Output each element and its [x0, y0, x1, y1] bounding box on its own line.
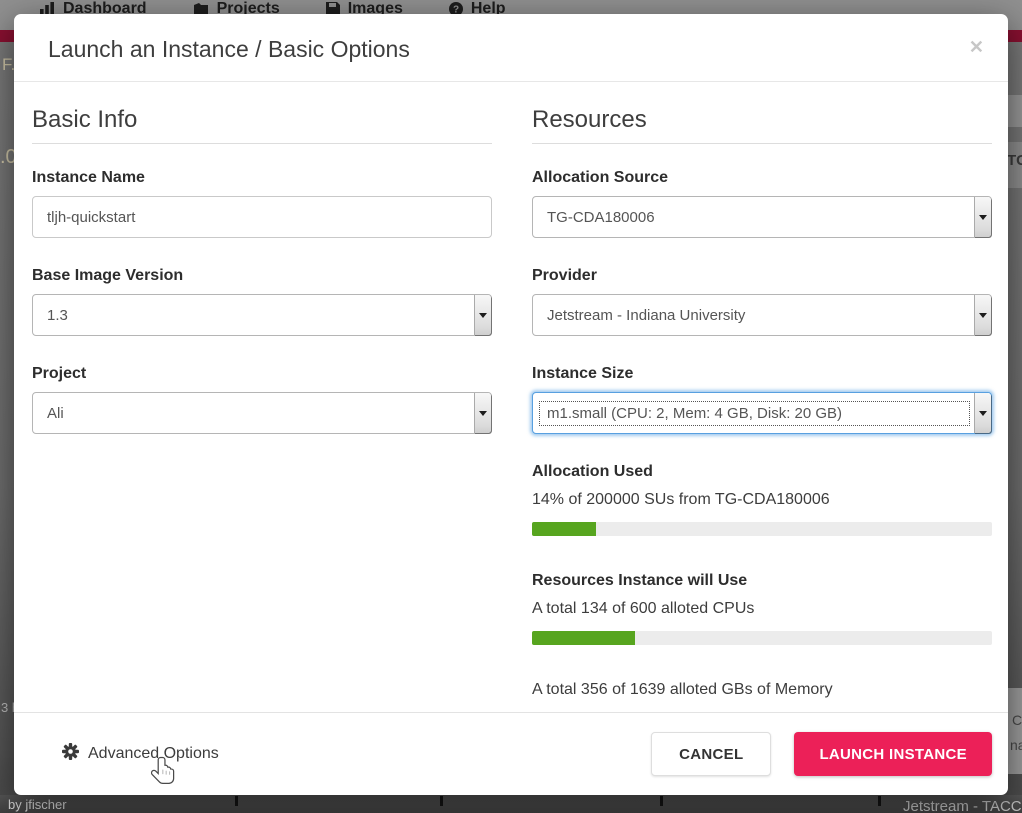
background-divider — [235, 796, 238, 806]
instance-size-label: Instance Size — [532, 365, 992, 383]
chevron-down-icon[interactable] — [974, 197, 991, 237]
progress-fill — [532, 631, 635, 645]
modal-header: Launch an Instance / Basic Options ✕ — [14, 14, 1008, 82]
background-divider — [440, 796, 443, 806]
allocation-used-progressbar — [532, 522, 992, 536]
base-image-version-value: 1.3 — [33, 307, 474, 324]
background-divider — [660, 796, 663, 806]
background-text-fragment: C — [1012, 712, 1022, 728]
allocation-source-value: TG-CDA180006 — [533, 209, 974, 226]
advanced-options-label: Advanced Options — [88, 745, 219, 763]
provider-value: Jetstream - Indiana University — [533, 307, 974, 324]
base-image-version-select[interactable]: 1.3 — [32, 294, 492, 336]
memory-usage-text: A total 356 of 1639 alloted GBs of Memor… — [532, 681, 992, 699]
allocation-used-block: Allocation Used 14% of 200000 SUs from T… — [532, 463, 992, 536]
instance-size-group: Instance Size m1.small (CPU: 2, Mem: 4 G… — [532, 365, 992, 434]
modal-body: Basic Info Instance Name Base Image Vers… — [14, 82, 1008, 712]
background-text-fragment: TG — [1007, 152, 1022, 169]
cpu-usage-progressbar — [532, 631, 992, 645]
project-label: Project — [32, 365, 492, 383]
allocation-used-text: 14% of 200000 SUs from TG-CDA180006 — [532, 491, 992, 509]
provider-select[interactable]: Jetstream - Indiana University — [532, 294, 992, 336]
project-value: Ali — [33, 405, 474, 422]
cancel-button[interactable]: CANCEL — [651, 732, 771, 776]
instance-size-select[interactable]: m1.small (CPU: 2, Mem: 4 GB, Disk: 20 GB… — [532, 392, 992, 434]
instance-size-value: m1.small (CPU: 2, Mem: 4 GB, Disk: 20 GB… — [537, 399, 972, 428]
resources-column: Resources Allocation Source TG-CDA180006… — [532, 106, 992, 712]
instance-name-input[interactable] — [32, 196, 492, 238]
basic-info-column: Basic Info Instance Name Base Image Vers… — [32, 106, 492, 712]
project-group: Project Ali — [32, 365, 492, 434]
modal-title: Launch an Instance / Basic Options — [48, 36, 976, 63]
gear-icon — [62, 743, 79, 765]
background-row — [1006, 688, 1022, 774]
provider-group: Provider Jetstream - Indiana University — [532, 267, 992, 336]
allocation-used-heading: Allocation Used — [532, 463, 992, 481]
chevron-down-icon[interactable] — [974, 393, 991, 433]
close-icon[interactable]: ✕ — [969, 38, 984, 56]
basic-info-heading: Basic Info — [32, 106, 492, 144]
project-select[interactable]: Ali — [32, 392, 492, 434]
advanced-options-button[interactable]: Advanced Options — [62, 743, 219, 765]
allocation-source-label: Allocation Source — [532, 169, 992, 187]
resources-usage-block: Resources Instance will Use A total 134 … — [532, 572, 992, 712]
progress-fill — [532, 522, 596, 536]
background-footer-author: by jfischer — [8, 797, 67, 812]
launch-instance-button[interactable]: LAUNCH INSTANCE — [794, 732, 992, 776]
base-image-version-label: Base Image Version — [32, 267, 492, 285]
chevron-down-icon[interactable] — [474, 393, 491, 433]
instance-name-group: Instance Name — [32, 169, 492, 238]
background-footer-bar — [0, 795, 1022, 813]
allocation-source-select[interactable]: TG-CDA180006 — [532, 196, 992, 238]
background-footer-provider: Jetstream - TACC — [903, 798, 1022, 813]
cpu-usage-text: A total 134 of 600 alloted CPUs — [532, 600, 992, 618]
modal-footer: Advanced Options CANCEL LAUNCH INSTANCE — [14, 712, 1008, 795]
background-divider — [878, 796, 881, 806]
resources-usage-heading: Resources Instance will Use — [532, 572, 992, 590]
background-text-fragment: na — [1010, 737, 1022, 753]
launch-instance-modal: Launch an Instance / Basic Options ✕ Bas… — [14, 14, 1008, 795]
background-row — [1006, 95, 1022, 127]
resources-heading: Resources — [532, 106, 992, 144]
allocation-source-group: Allocation Source TG-CDA180006 — [532, 169, 992, 238]
provider-label: Provider — [532, 267, 992, 285]
chevron-down-icon[interactable] — [974, 295, 991, 335]
base-image-version-group: Base Image Version 1.3 — [32, 267, 492, 336]
instance-name-label: Instance Name — [32, 169, 492, 187]
chevron-down-icon[interactable] — [474, 295, 491, 335]
